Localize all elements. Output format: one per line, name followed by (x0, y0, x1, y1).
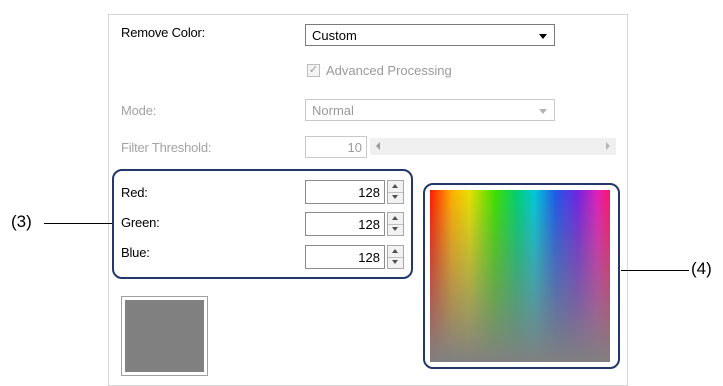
blue-label: Blue: (121, 245, 150, 260)
callout-leader-4 (621, 270, 689, 271)
red-input[interactable]: 128 (305, 180, 385, 204)
remove-color-dropdown[interactable]: Custom (305, 24, 555, 46)
chevron-down-icon (539, 109, 547, 114)
spin-up-icon (392, 249, 398, 253)
red-label: Red: (121, 185, 148, 200)
filter-threshold-label: Filter Threshold: (121, 140, 212, 155)
spin-down-icon (392, 260, 398, 264)
spin-up-icon (392, 184, 398, 188)
blue-input[interactable]: 128 (305, 245, 385, 269)
spin-down-button[interactable] (388, 224, 403, 235)
remove-color-label: Remove Color: (121, 25, 206, 40)
scroll-right-icon[interactable] (606, 142, 610, 150)
filter-threshold-input[interactable]: 10 (305, 136, 367, 158)
color-swatch (125, 300, 204, 372)
spin-down-icon (392, 195, 398, 199)
scroll-left-icon[interactable] (376, 142, 380, 150)
green-spinner[interactable] (387, 212, 404, 236)
color-preview (121, 296, 208, 376)
callout-label-4: (4) (691, 259, 712, 278)
mode-label: Mode: (121, 103, 157, 118)
mode-dropdown[interactable]: Normal (305, 99, 555, 121)
advanced-processing-label: Advanced Processing (326, 63, 452, 78)
blue-spinner[interactable] (387, 245, 404, 269)
callout-leader-3 (44, 223, 112, 224)
advanced-processing-checkbox[interactable]: ✓ (307, 64, 320, 77)
spin-down-icon (392, 227, 398, 231)
spin-up-icon (392, 216, 398, 220)
filter-threshold-slider[interactable] (370, 138, 616, 155)
color-spectrum-picker[interactable] (430, 190, 610, 362)
green-input[interactable]: 128 (305, 212, 385, 236)
red-spinner[interactable] (387, 180, 404, 204)
callout-label-3: (3) (11, 212, 32, 231)
green-label: Green: (121, 215, 160, 230)
spin-down-button[interactable] (388, 192, 403, 203)
remove-color-value: Custom (312, 28, 357, 43)
chevron-down-icon (539, 34, 547, 39)
mode-value: Normal (312, 103, 354, 118)
checkmark-icon: ✓ (308, 64, 319, 76)
spin-down-button[interactable] (388, 257, 403, 268)
